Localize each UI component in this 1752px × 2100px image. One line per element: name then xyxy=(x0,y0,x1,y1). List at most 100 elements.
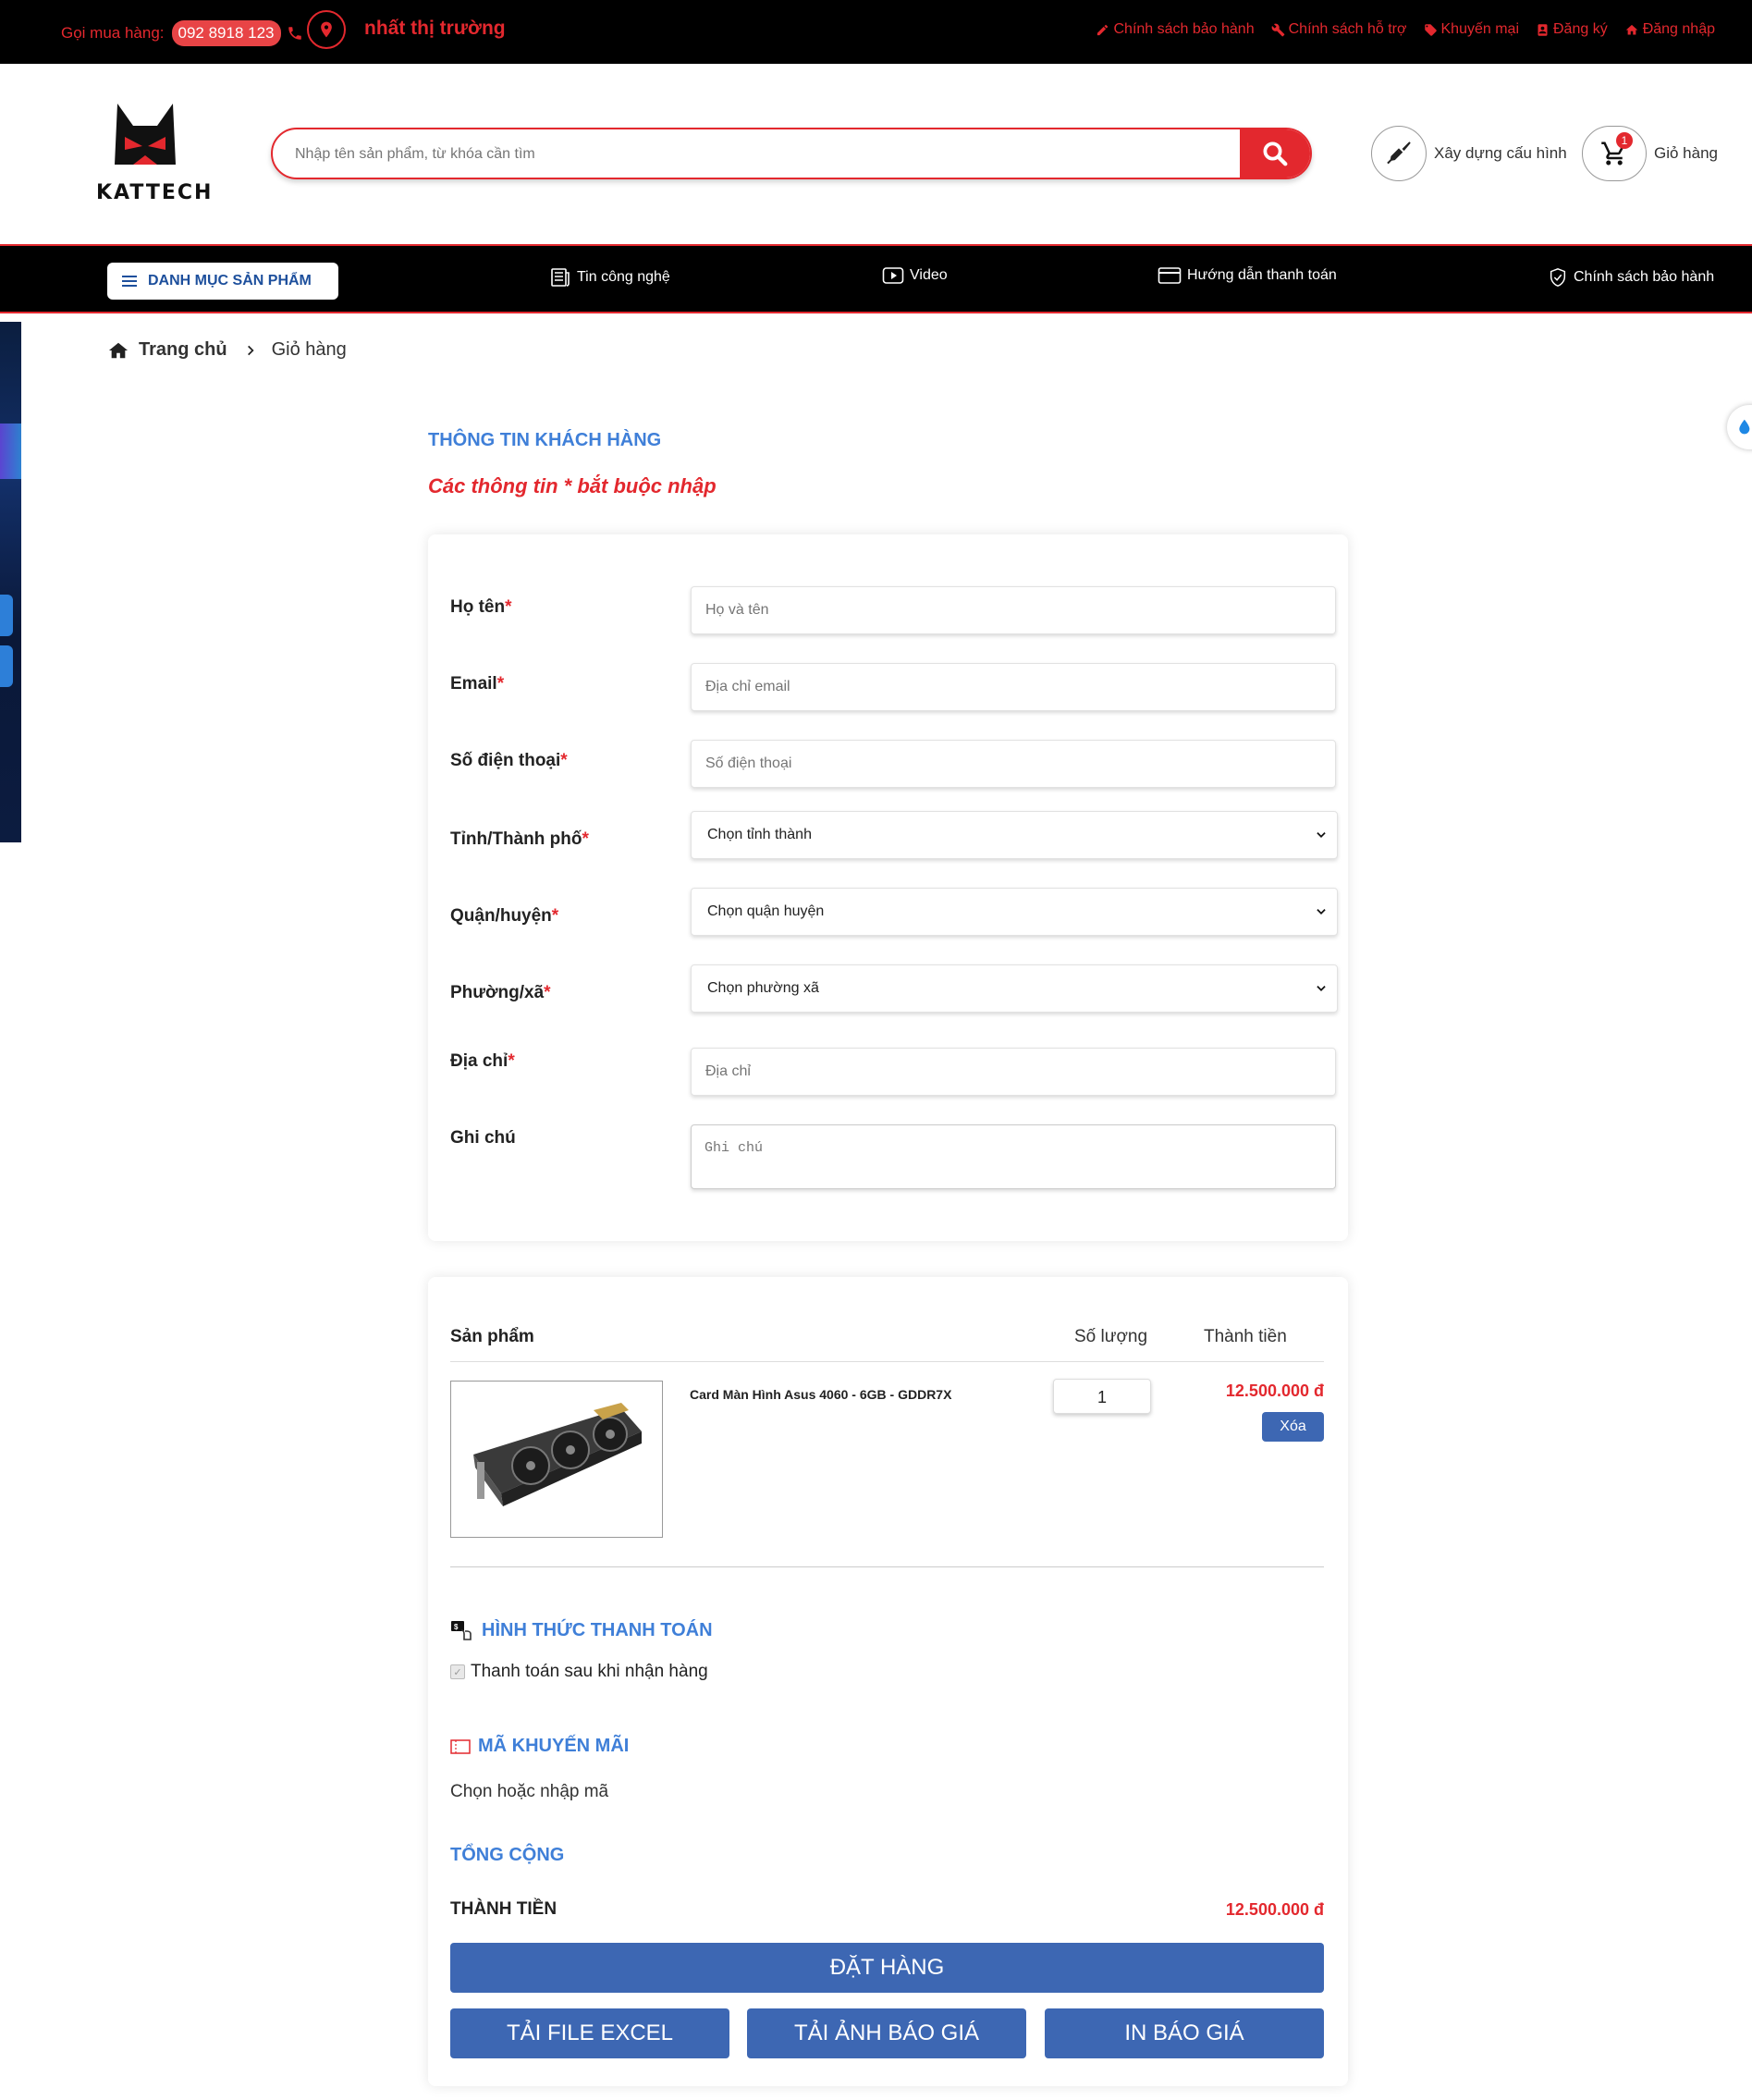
product-category-label: DANH MỤC SẢN PHẨM xyxy=(148,273,312,289)
top-link-register[interactable]: Đăng ký xyxy=(1536,21,1608,38)
breadcrumb-home[interactable]: Trang chủ xyxy=(139,339,227,361)
top-link-promotion[interactable]: Khuyến mại xyxy=(1424,21,1520,38)
build-pc-label: Xây dựng cấu hình xyxy=(1434,144,1567,162)
chevron-down-icon xyxy=(1317,909,1326,915)
top-link-label: Chính sách hỗ trợ xyxy=(1288,21,1407,37)
play-icon xyxy=(882,267,904,284)
name-label: Họ tên* xyxy=(450,597,512,617)
promo-code-title: MÃ KHUYẾN MÃI xyxy=(450,1736,629,1757)
search-icon xyxy=(1263,141,1288,166)
top-bar: Gọi mua hàng: 092 8918 123 nhất thị trườ… xyxy=(0,0,1752,64)
nav-item-payment-guide[interactable]: Hướng dẫn thanh toán xyxy=(1158,266,1337,285)
address-row: Địa chỉ* xyxy=(450,1048,1336,1098)
cat-logo-icon xyxy=(115,104,176,165)
cart-circle: 1 xyxy=(1582,126,1647,181)
col-total: Thành tiền xyxy=(1204,1327,1287,1346)
nav-item-label: Hướng dẫn thanh toán xyxy=(1187,267,1337,283)
city-row: Tỉnh/Thành phố* Chọn tỉnh thành xyxy=(450,811,1338,861)
id-card-icon xyxy=(1538,23,1548,36)
phone-label: Số điện thoại* xyxy=(450,751,568,770)
product-name[interactable]: Card Màn Hình Asus 4060 - 6GB - GDDR7X xyxy=(690,1387,951,1402)
nav-item-label: Video xyxy=(910,267,948,283)
place-order-button[interactable]: ĐẶT HÀNG xyxy=(450,1943,1324,1993)
top-link-label: Đăng ký xyxy=(1553,21,1608,37)
cash-hand-icon: $ xyxy=(451,1621,472,1640)
payment-option-label: Thanh toán sau khi nhận hàng xyxy=(471,1662,708,1681)
build-pc-link[interactable]: Xây dựng cấu hình xyxy=(1371,126,1567,181)
nav-item-tech-news[interactable]: Tin công nghệ xyxy=(549,266,670,289)
note-field[interactable] xyxy=(691,1124,1336,1189)
delete-item-button[interactable]: Xóa xyxy=(1262,1412,1324,1442)
breadcrumb-current: Giỏ hàng xyxy=(271,339,347,360)
print-quote-button[interactable]: IN BÁO GIÁ xyxy=(1045,2008,1324,2058)
search-input[interactable] xyxy=(295,141,1219,168)
payment-checkbox[interactable]: ✓ xyxy=(450,1664,465,1679)
top-link-support[interactable]: Chính sách hỗ trợ xyxy=(1271,21,1407,38)
city-label: Tỉnh/Thành phố* xyxy=(450,829,589,849)
pencil-icon xyxy=(1097,24,1109,35)
required-note: Các thông tin * bắt buộc nhập xyxy=(428,474,717,497)
graphics-card-image xyxy=(473,1403,642,1506)
nav-item-label: Chính sách bảo hành xyxy=(1574,269,1715,285)
wrench-icon xyxy=(1271,23,1284,36)
city-select[interactable]: Chọn tỉnh thành xyxy=(691,811,1338,859)
name-field[interactable] xyxy=(691,586,1336,634)
side-banner[interactable] xyxy=(0,322,21,842)
download-quote-image-button[interactable]: TẢI ẢNH BÁO GIÁ xyxy=(747,2008,1026,2058)
phone-icon xyxy=(288,27,301,40)
promo-code-label: MÃ KHUYẾN MÃI xyxy=(478,1736,630,1756)
divider xyxy=(450,1566,1324,1567)
top-link-label: Đăng nhập xyxy=(1642,21,1715,37)
district-select[interactable]: Chọn quận huyện xyxy=(691,888,1338,936)
home-icon xyxy=(108,342,129,358)
banner-button xyxy=(0,595,13,636)
download-excel-button[interactable]: TẢI FILE EXCEL xyxy=(450,2008,729,2058)
ward-row: Phường/xã* Chọn phường xã xyxy=(450,964,1338,1014)
credit-card-icon xyxy=(1158,267,1182,284)
city-select-value: Chọn tỉnh thành xyxy=(707,827,812,842)
nav-item-video[interactable]: Video xyxy=(882,266,948,285)
floating-chat-widget[interactable] xyxy=(1727,405,1752,449)
promo-marquee: nhất thị trường xyxy=(364,18,506,39)
email-field[interactable] xyxy=(691,663,1336,711)
tag-icon xyxy=(1424,23,1437,36)
ward-label: Phường/xã* xyxy=(450,983,551,1002)
product-image[interactable] xyxy=(450,1381,663,1538)
banner-glow xyxy=(0,424,21,479)
search-button[interactable] xyxy=(1240,129,1310,178)
district-label: Quận/huyện* xyxy=(450,906,559,926)
logo-text: KATTECH xyxy=(96,181,214,204)
col-product: Sản phẩm xyxy=(450,1327,534,1346)
customer-form: Họ tên* Email* Số điện thoại* Tỉnh/Thành… xyxy=(428,534,1348,1241)
payment-method-title: $ HÌNH THỨC THANH TOÁN xyxy=(450,1619,713,1641)
phone-field[interactable] xyxy=(691,740,1336,788)
svg-text:$: $ xyxy=(454,1623,459,1631)
district-row: Quận/huyện* Chọn quận huyện xyxy=(450,888,1338,938)
newspaper-icon xyxy=(551,268,570,287)
location-pin-icon[interactable] xyxy=(307,10,346,49)
customer-info-title: THÔNG TIN KHÁCH HÀNG xyxy=(428,430,662,450)
product-category-button[interactable]: DANH MỤC SẢN PHẨM xyxy=(107,263,338,300)
nav-item-warranty[interactable]: Chính sách bảo hành xyxy=(1548,266,1714,289)
cart-summary: Sản phẩm Số lượng Thành tiền Card Màn Hì… xyxy=(428,1277,1348,2086)
chevron-right-icon xyxy=(247,345,254,355)
shield-icon xyxy=(1550,268,1566,287)
cart-link[interactable]: 1 Giỏ hàng xyxy=(1582,126,1718,181)
site-logo[interactable]: KATTECH xyxy=(96,100,214,207)
promo-code-select[interactable]: Chọn hoặc nhập mã xyxy=(450,1782,608,1802)
chevron-down-icon xyxy=(1317,986,1326,991)
phone-row: Số điện thoại* xyxy=(450,740,1336,790)
summary-title: TỔNG CỘNG xyxy=(450,1845,565,1865)
top-link-login[interactable]: Đăng nhập xyxy=(1624,21,1715,38)
hotline-number[interactable]: 092 8918 123 xyxy=(171,20,281,46)
screwdriver-icon xyxy=(1387,141,1411,165)
grand-total-value: 12.500.000 đ xyxy=(1225,1900,1324,1919)
top-link-warranty[interactable]: Chính sách bảo hành xyxy=(1096,21,1255,38)
payment-option[interactable]: ✓ Thanh toán sau khi nhận hàng xyxy=(450,1662,708,1682)
top-link-label: Khuyến mại xyxy=(1440,21,1520,37)
address-field[interactable] xyxy=(691,1048,1336,1096)
breadcrumb: Trang chủ Giỏ hàng xyxy=(107,339,347,361)
line-total: 12.500.000 đ xyxy=(1225,1382,1324,1400)
ward-select[interactable]: Chọn phường xã xyxy=(691,964,1338,1013)
quantity-input[interactable]: 1 xyxy=(1053,1379,1151,1414)
